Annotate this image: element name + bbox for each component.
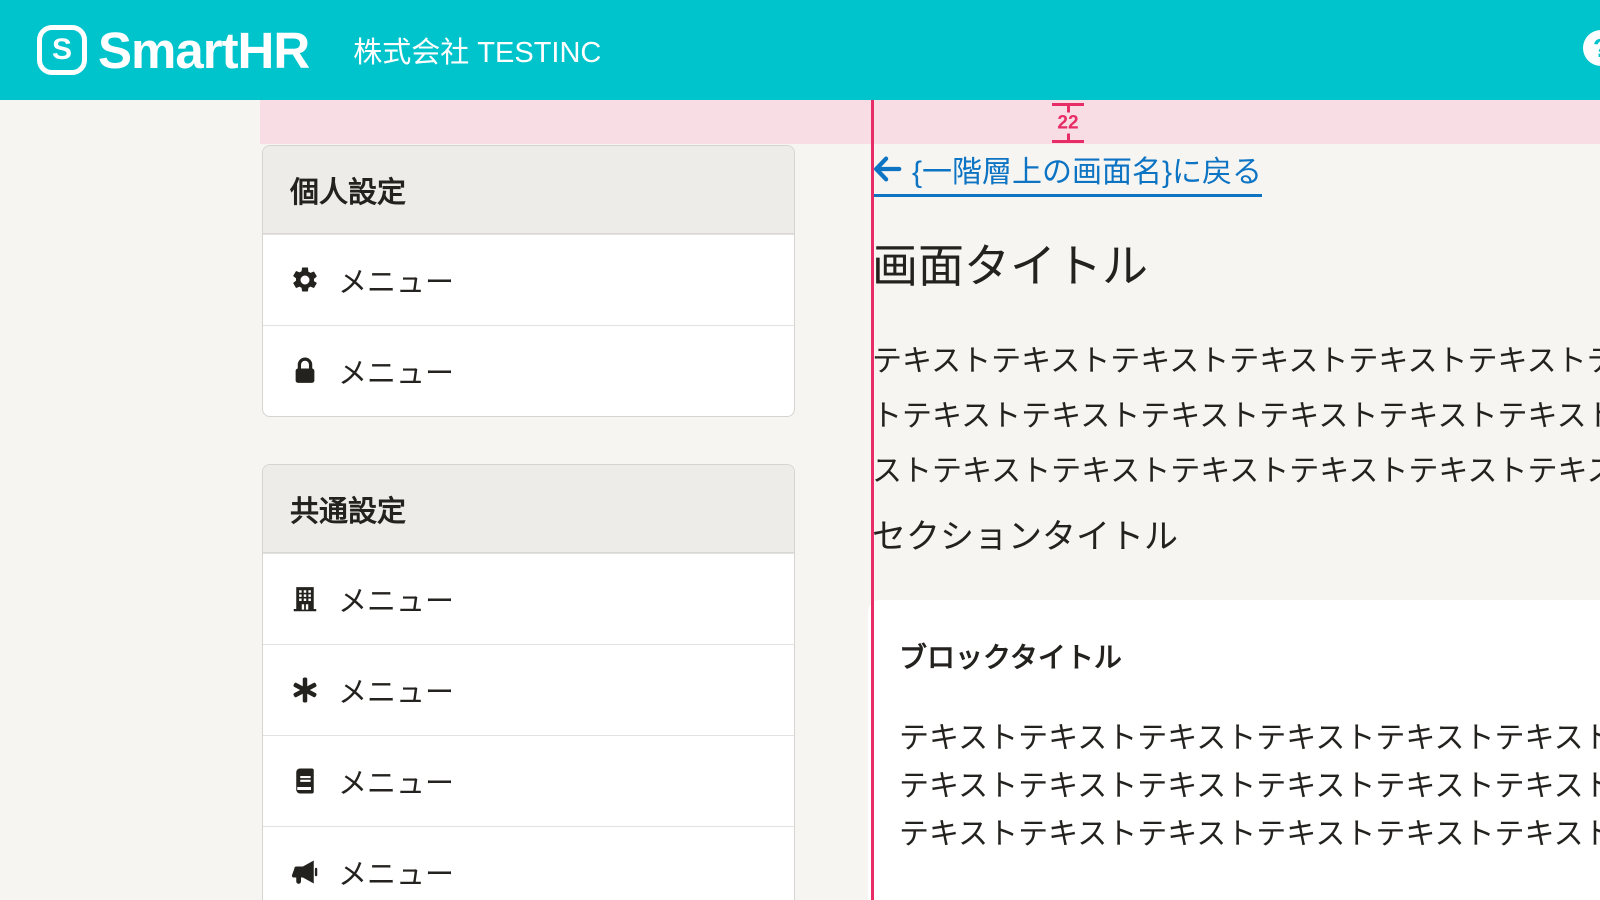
block-title: ブロックタイトル bbox=[899, 640, 1600, 676]
measure-value: 22 bbox=[1055, 113, 1080, 134]
help-button[interactable]: ? bbox=[1583, 30, 1600, 66]
back-link-label: {一階層上の画面名}に戻る bbox=[912, 147, 1262, 191]
sidebar-item-label: メニュー bbox=[338, 851, 454, 893]
group-title: 個人設定 bbox=[290, 169, 406, 211]
sidebar-item-common-1[interactable]: メニュー bbox=[263, 553, 794, 644]
sidebar-item-common-4[interactable]: メニュー bbox=[263, 826, 794, 900]
sidebar-item-label: メニュー bbox=[338, 350, 454, 392]
content-block-card: ブロックタイトル テキストテキストテキストテキストテキストテキストテキストテキス… bbox=[868, 600, 1600, 900]
spacing-measure: 22 bbox=[1052, 103, 1084, 143]
sidebar-item-label: メニュー bbox=[338, 669, 454, 711]
question-icon: ? bbox=[1593, 33, 1600, 64]
common-settings-header: 共通設定 bbox=[263, 465, 794, 553]
megaphone-icon bbox=[290, 857, 320, 887]
building-icon bbox=[290, 584, 320, 614]
gear-icon bbox=[290, 265, 320, 295]
smarthr-logo-icon: S bbox=[37, 25, 87, 75]
block-text: テキストテキストテキストテキストテキストテキストテキストテキストテキストテキスト… bbox=[899, 715, 1600, 859]
lock-icon bbox=[290, 356, 320, 386]
back-link[interactable]: {一階層上の画面名}に戻る bbox=[872, 147, 1262, 197]
sidebar-item-label: メニュー bbox=[338, 760, 454, 802]
sidebar-item-label: メニュー bbox=[338, 578, 454, 620]
page-title: 画面タイトル bbox=[872, 237, 1600, 297]
app-header: S SmartHR 株式会社 TESTINC ? bbox=[0, 0, 1600, 100]
measure-bottom-tick bbox=[1052, 140, 1084, 143]
group-title: 共通設定 bbox=[290, 488, 406, 530]
sidebar-item-common-3[interactable]: メニュー bbox=[263, 735, 794, 826]
brand-wordmark: SmartHR bbox=[98, 21, 309, 80]
smarthr-logo[interactable]: S SmartHR bbox=[37, 21, 309, 80]
company-name: 株式会社 TESTINC bbox=[353, 29, 601, 71]
sidebar-item-personal-1[interactable]: メニュー bbox=[263, 234, 794, 325]
personal-settings-header: 個人設定 bbox=[263, 146, 794, 234]
spacing-annotation-band bbox=[260, 100, 1600, 144]
intro-text: テキストテキストテキストテキストテキストテキストテキストテキストテキストテキスト… bbox=[872, 334, 1600, 499]
sidebar-item-common-2[interactable]: メニュー bbox=[263, 644, 794, 735]
sidebar-item-personal-2[interactable]: メニュー bbox=[263, 325, 794, 416]
book-icon bbox=[290, 766, 320, 796]
arrow-left-icon bbox=[872, 154, 902, 184]
main-content: {一階層上の画面名}に戻る 画面タイトル テキストテキストテキストテキストテキス… bbox=[872, 144, 1600, 900]
personal-settings-card: 個人設定 メニュー メニュー bbox=[262, 145, 795, 417]
logo-letter: S bbox=[52, 33, 72, 67]
settings-sidebar: 個人設定 メニュー メニュー 共通設定 bbox=[262, 145, 795, 900]
section-title: セクションタイトル bbox=[872, 515, 1600, 559]
common-settings-card: 共通設定 メニュー bbox=[262, 464, 795, 900]
sidebar-item-label: メニュー bbox=[338, 259, 454, 301]
asterisk-icon bbox=[290, 675, 320, 705]
